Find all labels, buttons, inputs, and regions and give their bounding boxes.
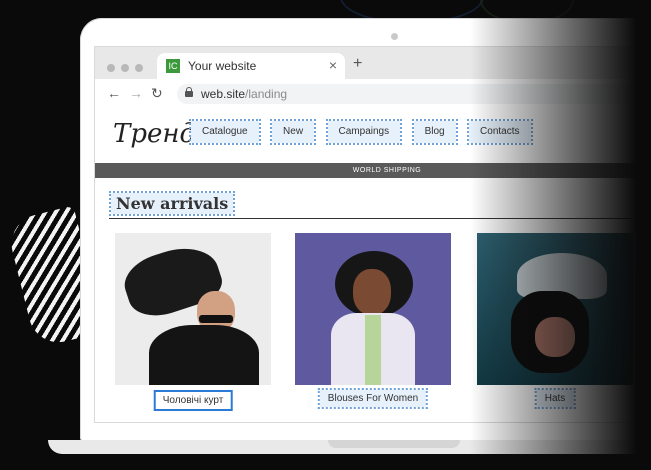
window-controls[interactable] [107, 59, 149, 77]
lock-icon [185, 87, 193, 97]
reload-icon[interactable]: ↻ [151, 85, 163, 102]
product-image[interactable] [115, 233, 271, 385]
product-title-field[interactable]: Blouses For Women [317, 388, 429, 409]
forward-arrow-icon[interactable]: → [129, 85, 143, 101]
product-card[interactable]: Чоловічі курт [115, 233, 271, 411]
product-card[interactable]: Hats [477, 233, 633, 409]
new-tab-button[interactable]: + [353, 55, 362, 73]
site-logo[interactable]: Тренд [113, 119, 196, 149]
section-heading[interactable]: New arrivals [108, 191, 236, 216]
favicon-icon: IC [166, 59, 180, 73]
laptop-frame: IC Your website × + ← → ↻ web.site/landi… [80, 18, 651, 443]
webpage: Тренд Catalogue New Campaings Blog Conta… [95, 109, 651, 422]
tab-bar: IC Your website × + [95, 47, 651, 79]
browser-window: IC Your website × + ← → ↻ web.site/landi… [94, 46, 651, 423]
browser-tab[interactable]: IC Your website × [157, 53, 345, 79]
shipping-banner: WORLD SHIPPING [95, 163, 651, 178]
menu-item-blog[interactable]: Blog [411, 119, 458, 145]
product-card[interactable]: Blouses For Women [295, 233, 451, 409]
url-field[interactable]: web.site/landing [177, 84, 651, 104]
menu-item-catalogue[interactable]: Catalogue [189, 119, 261, 145]
main-menu: Catalogue New Campaings Blog Contacts [189, 119, 540, 145]
back-arrow-icon[interactable]: ← [107, 85, 121, 101]
heading-divider [109, 218, 651, 219]
laptop-notch [328, 440, 460, 448]
url-text: web.site/landing [201, 87, 288, 101]
tab-title: Your website [188, 59, 257, 73]
webcam [391, 33, 398, 40]
product-image[interactable] [295, 233, 451, 385]
menu-item-contacts[interactable]: Contacts [467, 119, 533, 145]
product-title-field[interactable]: Чоловічі курт [153, 390, 233, 411]
menu-item-campaings[interactable]: Campaings [325, 119, 403, 145]
product-title-field[interactable]: Hats [534, 388, 576, 409]
address-bar: ← → ↻ web.site/landing [95, 79, 651, 110]
close-icon[interactable]: × [329, 57, 337, 73]
product-image[interactable] [477, 233, 633, 385]
menu-item-new[interactable]: New [270, 119, 317, 145]
